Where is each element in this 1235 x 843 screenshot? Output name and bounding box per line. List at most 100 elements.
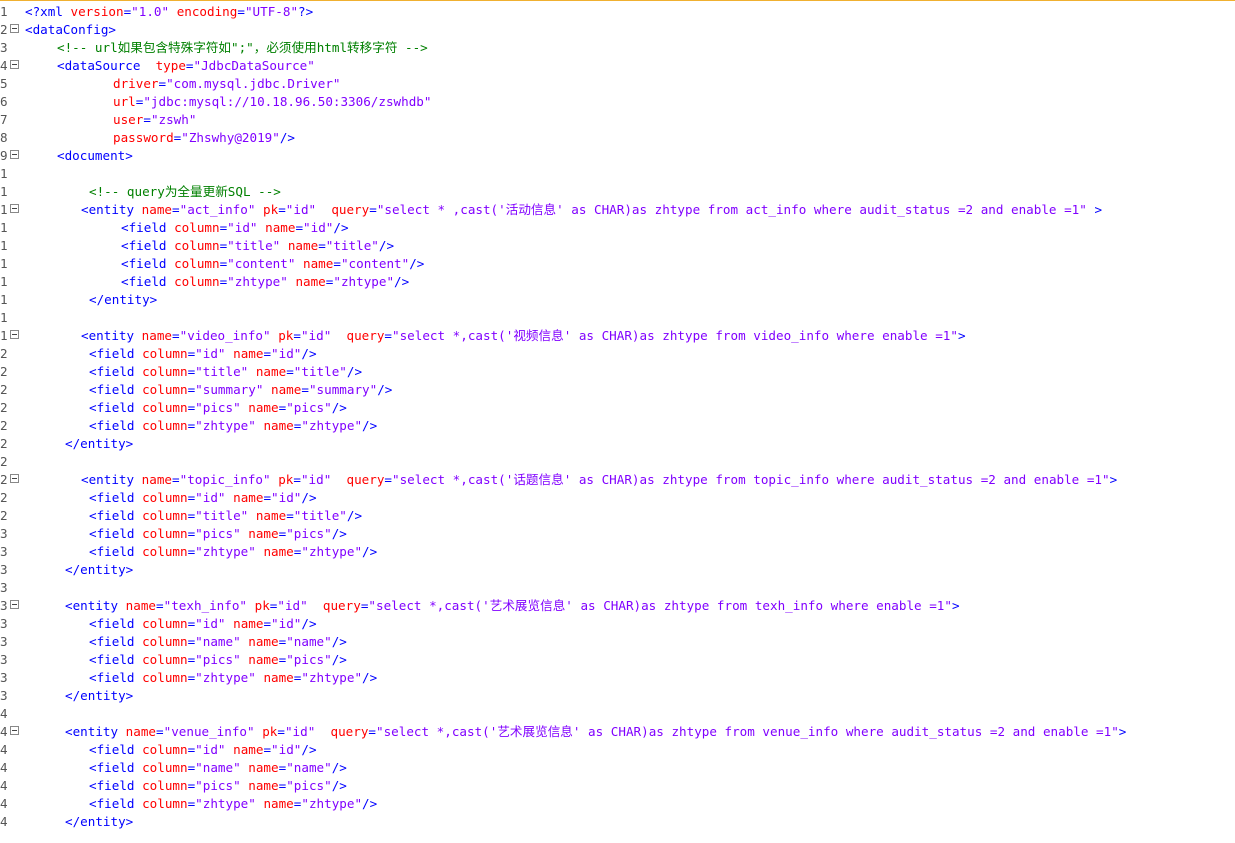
token-tag: <field (121, 220, 175, 235)
token-tag: = (263, 490, 272, 505)
token-val: "select * ,cast('活动信息' as CHAR)as zhtype… (376, 202, 1087, 217)
token-attr: column (142, 418, 188, 433)
code-line[interactable]: 41<entity name="venue_info" pk="id" quer… (0, 723, 1235, 741)
code-line[interactable]: 39 </entity> (0, 687, 1235, 705)
token-attr: name (248, 760, 279, 775)
line-number: 22 (0, 382, 8, 397)
code-line[interactable]: 14<field column="title" name="title"/> (0, 237, 1235, 255)
fold-toggle-icon[interactable] (10, 474, 19, 483)
token-attr: name (263, 544, 294, 559)
token-attr: driver (113, 76, 159, 91)
line-code: password="Zhswhy@2019"/> (113, 129, 295, 147)
fold-toggle-icon[interactable] (10, 150, 19, 159)
code-line[interactable]: 29<field column="title" name="title"/> (0, 507, 1235, 525)
code-line[interactable]: 4 <dataSource type="JdbcDataSource" (0, 57, 1235, 75)
line-code: url="jdbc:mysql://10.18.96.50:3306/zswhd… (113, 93, 431, 111)
code-line[interactable]: 16 <field column="zhtype" name="zhtype"/> (0, 273, 1235, 291)
code-line[interactable]: 42<field column="id" name="id"/> (0, 741, 1235, 759)
code-editor[interactable]: 1 <?xml version="1.0" encoding="UTF-8"?> 2… (0, 0, 1235, 843)
code-line[interactable]: 26 (0, 453, 1235, 471)
token-val: "pics" (286, 778, 332, 793)
code-line[interactable]: 43 <field column="name" name="name"/> (0, 759, 1235, 777)
line-number: 10 (0, 166, 8, 181)
code-line[interactable]: 10 (0, 165, 1235, 183)
fold-toggle-icon[interactable] (10, 60, 19, 69)
line-number: 17 (0, 292, 8, 307)
fold-toggle-icon[interactable] (10, 24, 19, 33)
token-tag: <dataSource (57, 58, 156, 73)
token-tag: <field (89, 634, 143, 649)
token-attr: column (142, 400, 188, 415)
line-number: 46 (0, 814, 8, 829)
line-number: 28 (0, 490, 8, 505)
fold-toggle-icon[interactable] (10, 726, 19, 735)
token-tag (263, 382, 271, 397)
code-line[interactable]: 20<field column="id" name="id"/> (0, 345, 1235, 363)
token-tag: /> (301, 490, 317, 505)
code-line[interactable]: 22<field column="summary" name="summary"… (0, 381, 1235, 399)
code-line[interactable]: 24 <field column="zhtype" name="zhtype"/> (0, 417, 1235, 435)
line-code: <field column="title" name="title"/> (121, 237, 394, 255)
code-line[interactable]: 18 (0, 309, 1235, 327)
token-tag: = (295, 220, 304, 235)
code-line[interactable]: 2 <dataConfig> (0, 21, 1235, 39)
line-code: </entity> (65, 561, 133, 579)
code-line[interactable]: 9 <document> (0, 147, 1235, 165)
code-line[interactable]: 32 </entity> (0, 561, 1235, 579)
code-line[interactable]: 1 <?xml version="1.0" encoding="UTF-8"?> (0, 3, 1235, 21)
token-tag: <entity (81, 202, 142, 217)
line-number: 3 (0, 40, 8, 55)
token-tag: = (278, 202, 286, 217)
token-val: "summary" (195, 382, 264, 397)
code-line[interactable]: 11 <!-- query为全量更新SQL --> (0, 183, 1235, 201)
line-number: 39 (0, 688, 8, 703)
code-line[interactable]: 3 <!-- url如果包含特殊字符如";"，必须使用html转移字符 --> (0, 39, 1235, 57)
line-number: 42 (0, 742, 8, 757)
code-line[interactable]: 38 <field column="zhtype" name="zhtype"/> (0, 669, 1235, 687)
fold-toggle-icon[interactable] (10, 600, 19, 609)
token-tag (248, 508, 256, 523)
token-val: "select *,cast('艺术展览信息' as CHAR)as zhtyp… (368, 598, 952, 613)
token-tag (280, 238, 288, 253)
fold-toggle-icon[interactable] (10, 330, 19, 339)
token-val: "pics" (286, 526, 332, 541)
code-line[interactable]: 6 url="jdbc:mysql://10.18.96.50:3306/zswh… (0, 93, 1235, 111)
token-val: "video_info" (179, 328, 271, 343)
line-number: 25 (0, 436, 8, 451)
code-line[interactable]: 45 <field column="zhtype" name="zhtype"/> (0, 795, 1235, 813)
token-tag (226, 742, 234, 757)
code-line[interactable]: 8 password="Zhswhy@2019"/> (0, 129, 1235, 147)
line-code: <field column="id" name="id"/> (89, 345, 317, 363)
code-line[interactable]: 27<entity name="topic_info" pk="id" quer… (0, 471, 1235, 489)
code-line[interactable]: 28<field column="id" name="id"/> (0, 489, 1235, 507)
code-line[interactable]: 21<field column="title" name="title"/> (0, 363, 1235, 381)
code-line[interactable]: 19<entity name="video_info" pk="id" quer… (0, 327, 1235, 345)
code-line[interactable]: 30 <field column="pics" name="pics"/> (0, 525, 1235, 543)
code-line[interactable]: 37 <field column="pics" name="pics"/> (0, 651, 1235, 669)
code-line[interactable]: 15<field column="content" name="content"… (0, 255, 1235, 273)
token-attr: column (174, 256, 220, 271)
code-line[interactable]: 31 <field column="zhtype" name="zhtype"/> (0, 543, 1235, 561)
line-number: 29 (0, 508, 8, 523)
token-attr: name (248, 634, 279, 649)
code-line[interactable]: 36 <field column="name" name="name"/> (0, 633, 1235, 651)
token-val: "topic_info" (179, 472, 271, 487)
line-number: 18 (0, 310, 8, 325)
token-tag (316, 202, 331, 217)
code-line[interactable]: 46 </entity> (0, 813, 1235, 831)
token-attr: column (142, 670, 188, 685)
code-line[interactable]: 12<entity name="act_info" pk="id" query=… (0, 201, 1235, 219)
code-line[interactable]: 33 (0, 579, 1235, 597)
token-val: "select *,cast('话题信息' as CHAR)as zhtype … (392, 472, 1110, 487)
code-line[interactable]: 13<field column="id" name="id"/> (0, 219, 1235, 237)
code-line[interactable]: 17 </entity> (0, 291, 1235, 309)
fold-toggle-icon[interactable] (10, 204, 19, 213)
code-line[interactable]: 5 driver="com.mysql.jdbc.Driver" (0, 75, 1235, 93)
code-line[interactable]: 7 user="zswh" (0, 111, 1235, 129)
code-line[interactable]: 44 <field column="pics" name="pics"/> (0, 777, 1235, 795)
code-line[interactable]: 34<entity name="texh_info" pk="id" query… (0, 597, 1235, 615)
code-line[interactable]: 40 (0, 705, 1235, 723)
code-line[interactable]: 25 </entity> (0, 435, 1235, 453)
code-line[interactable]: 23 <field column="pics" name="pics"/> (0, 399, 1235, 417)
code-line[interactable]: 35<field column="id" name="id"/> (0, 615, 1235, 633)
